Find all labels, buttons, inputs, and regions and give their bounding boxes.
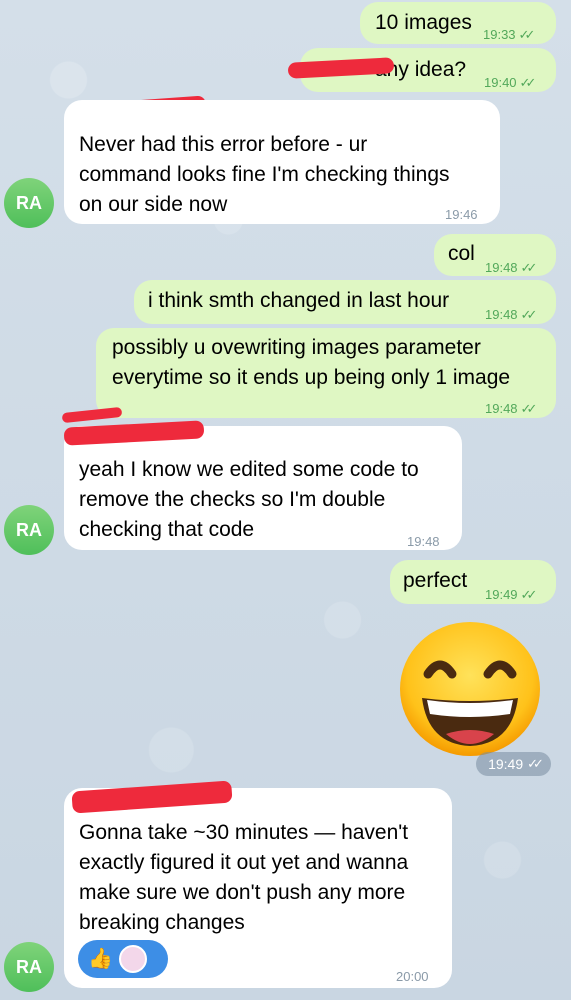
double-check-icon: ✓✓	[520, 260, 538, 275]
message-line: on our side now	[79, 193, 228, 216]
message-time: 20:00	[396, 969, 429, 984]
message-time: 19:46	[445, 207, 478, 222]
outgoing-message[interactable]: perfect 19:49 ✓✓	[390, 560, 556, 604]
avatar[interactable]: RA	[4, 178, 54, 228]
message-line: Gonna take ~30 minutes — haven't	[79, 821, 409, 844]
message-line: Never had this error before - ur	[79, 133, 368, 156]
double-check-icon: ✓✓	[518, 27, 536, 42]
double-check-icon: ✓✓	[520, 307, 538, 322]
thumbs-up-icon: 👍	[88, 948, 113, 970]
message-text: i think smth changed in last hour	[148, 289, 450, 312]
message-line: everytime so it ends up being only 1 ima…	[112, 366, 511, 389]
reaction-pill[interactable]: 👍	[78, 940, 168, 978]
message-line: checking that code	[79, 518, 255, 541]
incoming-message[interactable]: yeah I know we edited some code to remov…	[64, 426, 462, 550]
message-line: command looks fine I'm checking things	[79, 163, 450, 186]
message-time: 19:40 ✓✓	[484, 75, 537, 90]
message-body: Never had this error before - ur command…	[79, 130, 450, 220]
incoming-message[interactable]: Never had this error before - ur command…	[64, 100, 500, 224]
double-check-icon: ✓✓	[527, 756, 544, 771]
outgoing-message[interactable]: possibly u ovewriting images parameter e…	[96, 328, 556, 418]
message-body: yeah I know we edited some code to remov…	[79, 455, 419, 545]
message-line: breaking changes	[79, 911, 245, 934]
avatar[interactable]: RA	[4, 505, 54, 555]
message-text: col	[448, 242, 475, 265]
outgoing-message[interactable]: col 19:48 ✓✓	[434, 234, 556, 276]
message-time: 19:49 ✓✓	[485, 587, 538, 602]
message-body: Gonna take ~30 minutes — haven't exactly…	[79, 818, 408, 938]
message-line: yeah I know we edited some code to	[79, 458, 419, 481]
message-time: 19:48 ✓✓	[485, 260, 538, 275]
message-line: exactly figured it out yet and wanna	[79, 851, 409, 874]
double-check-icon: ✓✓	[520, 587, 538, 602]
message-time: 19:48	[407, 534, 440, 549]
message-time: 19:48 ✓✓	[485, 307, 538, 322]
message-time: 19:48 ✓✓	[485, 401, 538, 416]
grinning-face-icon[interactable]	[396, 620, 544, 758]
avatar[interactable]: RA	[4, 942, 54, 992]
message-text: 10 images	[375, 11, 472, 34]
message-line: possibly u ovewriting images parameter	[112, 336, 481, 359]
double-check-icon: ✓✓	[520, 401, 538, 416]
message-line: make sure we don't push any more	[79, 881, 406, 904]
sticker-time-badge: 19:49 ✓✓	[476, 752, 551, 776]
double-check-icon: ✓✓	[519, 75, 537, 90]
message-line: remove the checks so I'm double	[79, 488, 386, 511]
outgoing-message[interactable]: i think smth changed in last hour 19:48 ✓…	[134, 280, 556, 324]
axolotl-avatar-icon	[118, 945, 147, 973]
outgoing-message[interactable]: 10 images 19:33 ✓✓	[360, 2, 556, 44]
message-time: 19:33 ✓✓	[483, 27, 536, 42]
message-body: possibly u ovewriting images parameter e…	[112, 333, 510, 393]
message-text: perfect	[403, 569, 468, 592]
